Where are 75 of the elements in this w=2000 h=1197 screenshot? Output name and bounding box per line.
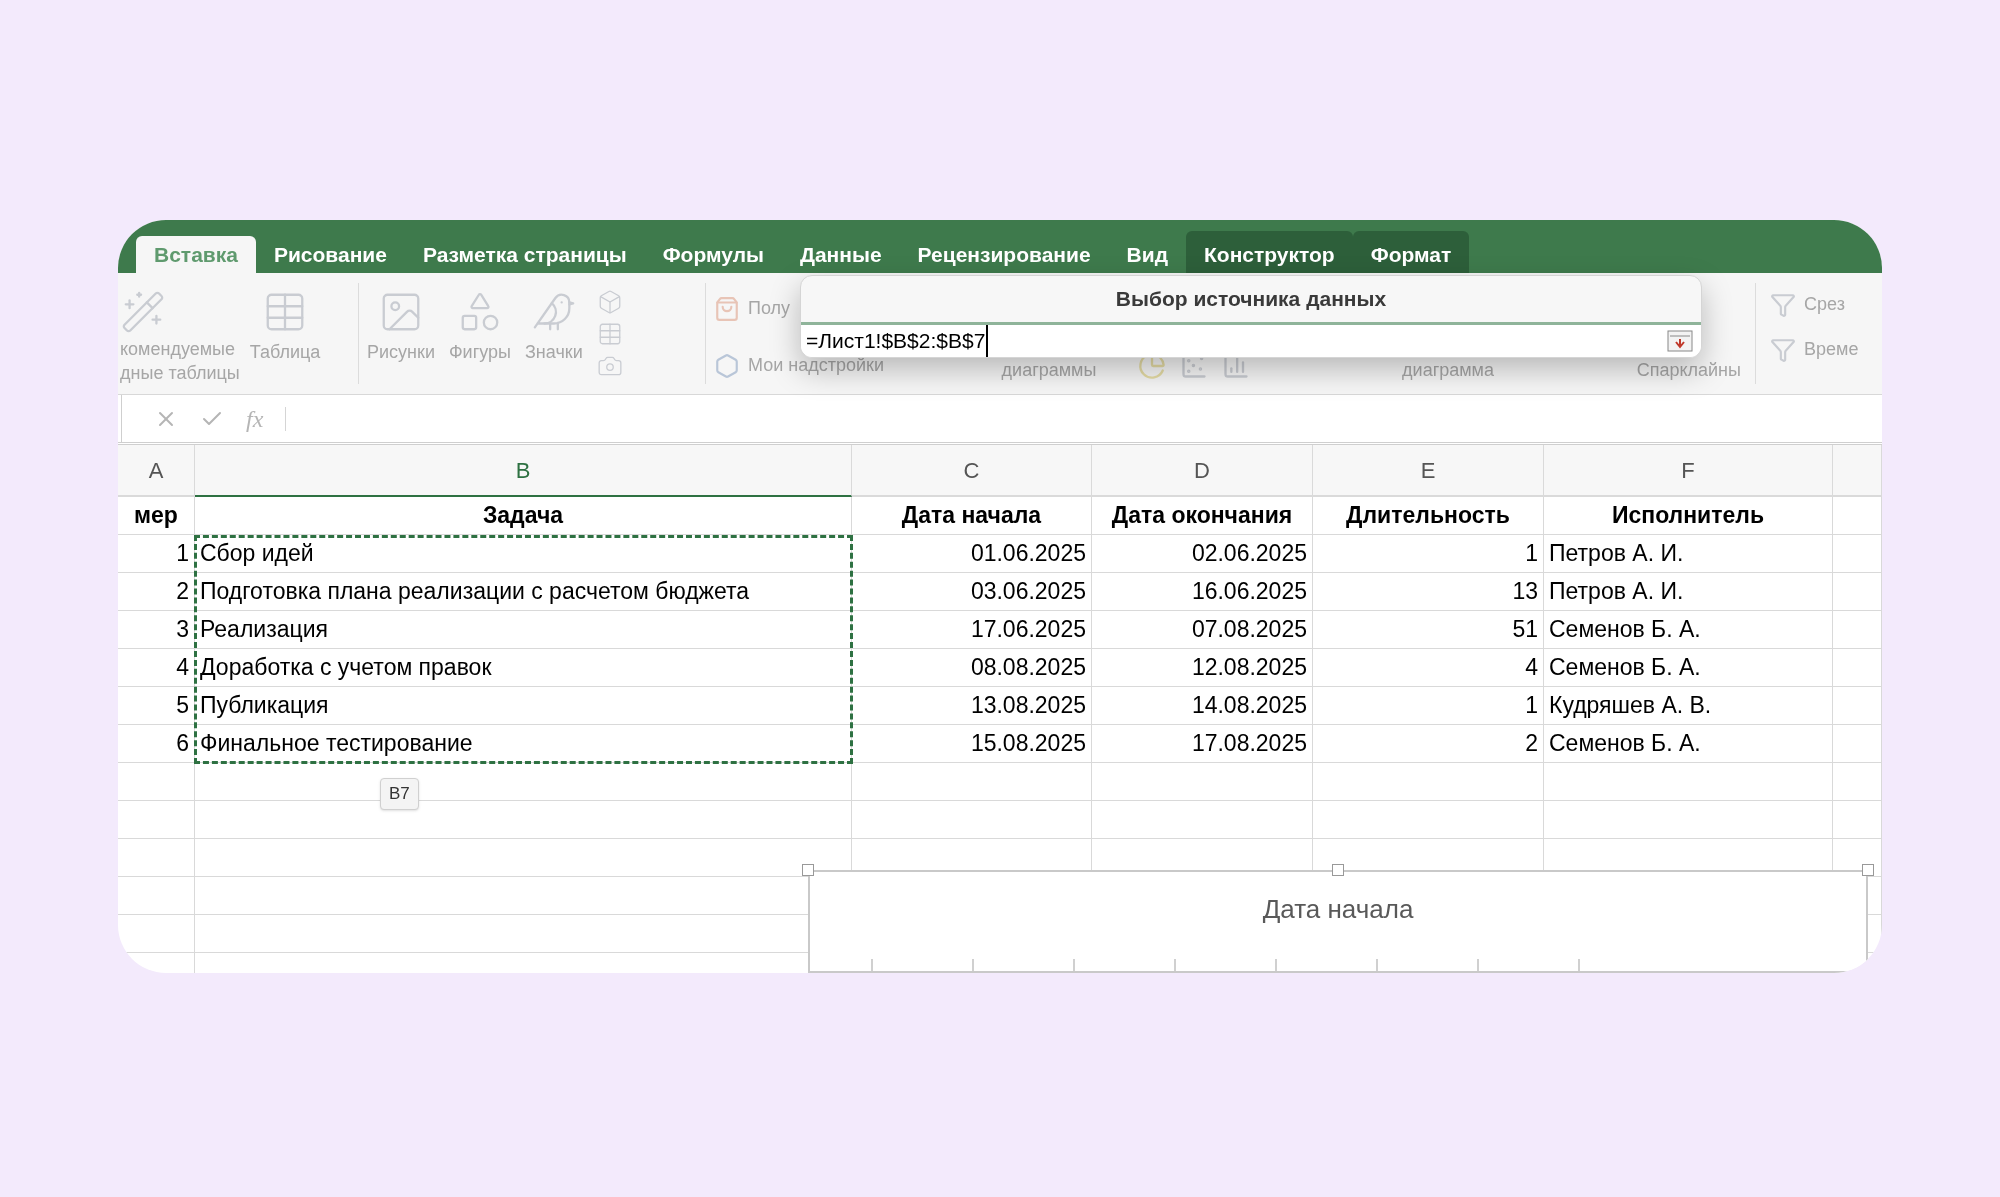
column-title: Длительность <box>1313 497 1544 535</box>
table-cell: Петров А. И. <box>1544 535 1833 573</box>
ribbon-tab[interactable]: Формулы <box>644 236 782 273</box>
table-cell: 5 <box>118 687 195 725</box>
ribbon-tab[interactable]: Рисование <box>255 236 405 273</box>
ribbon-label: Срез <box>1804 293 1845 316</box>
table-cell: Подготовка плана реализации с расчетом бюджета <box>195 573 852 611</box>
table-cell: 03.06.2025 <box>852 573 1092 611</box>
range-text: =Лист1!$B$2:$B$7 <box>806 325 989 357</box>
ribbon-label: дные таблицы <box>120 363 240 383</box>
ribbon-tab[interactable]: Рецензирование <box>899 236 1109 273</box>
ribbon-label: Мои надстройки <box>748 354 884 377</box>
ribbon-label: диаграмма <box>1401 359 1494 382</box>
column-header[interactable]: B <box>195 445 852 497</box>
ribbon-tab[interactable]: Вставка <box>136 236 256 273</box>
table-cell: 13 <box>1313 573 1544 611</box>
column-header[interactable]: A <box>118 445 195 497</box>
table-cell: Кудряшев А. В. <box>1544 687 1833 725</box>
table-cell: 17.06.2025 <box>852 611 1092 649</box>
table-cell: 51 <box>1313 611 1544 649</box>
ribbon-tab[interactable]: Разметка страницы <box>404 236 645 273</box>
ribbon-label: Време <box>1804 338 1859 361</box>
ribbon-tab[interactable]: Формат <box>1352 231 1470 273</box>
table-cell: Сбор идей <box>195 535 852 573</box>
table-cell: Реализация <box>195 611 852 649</box>
ribbon-label: Значки <box>525 341 583 364</box>
column-title: Задача <box>195 497 852 535</box>
table-cell: 4 <box>118 649 195 687</box>
ribbon-label: Полу <box>748 297 791 320</box>
cell-tooltip: B7 <box>380 778 419 810</box>
table-cell: 01.06.2025 <box>852 535 1092 573</box>
table-cell: 02.06.2025 <box>1092 535 1313 573</box>
column-title: Дата окончания <box>1092 497 1313 535</box>
table-cell: 14.08.2025 <box>1092 687 1313 725</box>
range-input-field[interactable]: =Лист1!$B$2:$B$7 <box>801 322 1701 357</box>
table-cell: 1 <box>1313 687 1544 725</box>
table-cell: 13.08.2025 <box>852 687 1092 725</box>
column-title: Исполнитель <box>1544 497 1833 535</box>
table-cell: 16.06.2025 <box>1092 573 1313 611</box>
chart-title: Дата начала <box>1262 893 1414 926</box>
table-cell: 3 <box>118 611 195 649</box>
table-cell: Финальное тестирование <box>195 725 852 763</box>
column-header[interactable]: F <box>1544 445 1833 497</box>
ribbon-label: комендуемые <box>120 339 236 359</box>
table-cell: 1 <box>118 535 195 573</box>
column-title: мер <box>118 497 195 535</box>
ribbon-label: Спарклайны <box>1636 359 1741 382</box>
table-cell: 15.08.2025 <box>852 725 1092 763</box>
table-cell: 08.08.2025 <box>852 649 1092 687</box>
ribbon-tab[interactable]: Конструктор <box>1186 231 1353 273</box>
table-cell: 6 <box>118 725 195 763</box>
table-cell: Публикация <box>195 687 852 725</box>
table-cell: Петров А. И. <box>1544 573 1833 611</box>
table-cell: Семенов Б. А. <box>1544 725 1833 763</box>
ribbon-label: Рисунки <box>367 341 435 364</box>
ribbon-label: Таблица <box>249 341 321 364</box>
ribbon-label: диаграммы <box>1000 359 1098 382</box>
table-cell: Семенов Б. А. <box>1544 611 1833 649</box>
table-cell: 17.08.2025 <box>1092 725 1313 763</box>
column-title: Дата начала <box>852 497 1092 535</box>
table-cell: 12.08.2025 <box>1092 649 1313 687</box>
table-cell: Семенов Б. А. <box>1544 649 1833 687</box>
table-cell: 4 <box>1313 649 1544 687</box>
column-header[interactable]: C <box>852 445 1092 497</box>
table-cell: 2 <box>118 573 195 611</box>
ribbon-tab[interactable]: Вид <box>1108 236 1186 273</box>
column-header[interactable]: D <box>1092 445 1313 497</box>
ribbon-tab[interactable]: Данные <box>781 236 900 273</box>
table-cell: 2 <box>1313 725 1544 763</box>
table-cell: 1 <box>1313 535 1544 573</box>
column-header[interactable]: E <box>1313 445 1544 497</box>
ribbon-label: Фигуры <box>448 341 511 364</box>
dialog-title: Выбор источника данных <box>1115 286 1387 313</box>
table-cell: Доработка с учетом правок <box>195 649 852 687</box>
table-cell: 07.08.2025 <box>1092 611 1313 649</box>
